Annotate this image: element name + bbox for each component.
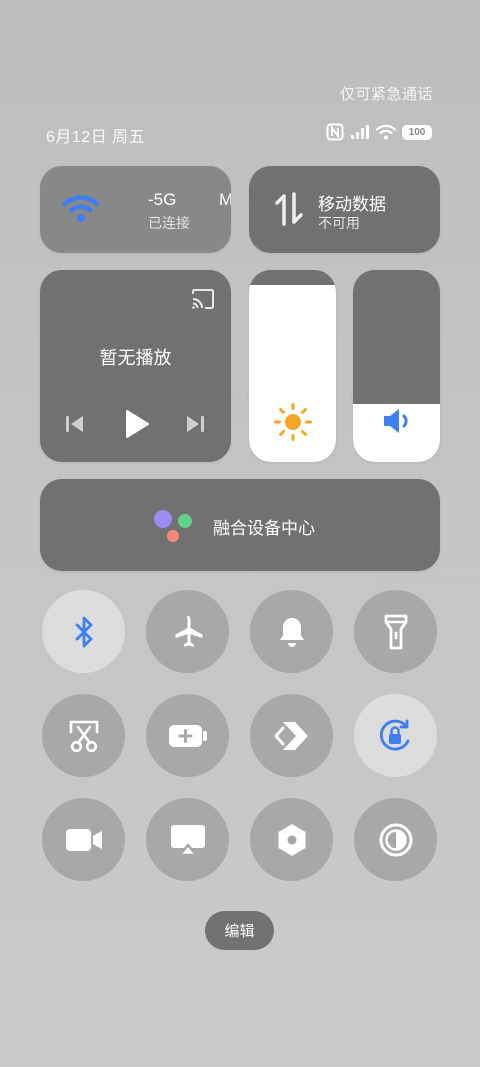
cast-icon[interactable] xyxy=(190,288,216,310)
screenshot-toggle[interactable] xyxy=(42,694,125,777)
battery-plus-icon xyxy=(168,724,207,747)
previous-icon[interactable] xyxy=(64,414,86,434)
share-icon xyxy=(274,721,308,750)
video-camera-icon xyxy=(65,828,102,851)
speaker-icon xyxy=(384,409,408,433)
media-player-tile[interactable]: 暂无播放 xyxy=(40,270,231,462)
flashlight-toggle[interactable] xyxy=(354,590,437,673)
bell-icon xyxy=(279,617,304,647)
nfc-icon xyxy=(326,123,344,141)
scissors-icon xyxy=(69,720,98,752)
wifi-icon xyxy=(376,124,396,140)
wifi-status: 已连接 xyxy=(148,215,190,231)
wifi-icon xyxy=(62,195,100,222)
wifi-ssid: -5G xyxy=(148,190,177,209)
status-icons: 100 xyxy=(326,122,432,142)
contrast-icon xyxy=(379,823,412,856)
mobile-data-title: 移动数据 xyxy=(318,195,386,214)
device-hub-icon xyxy=(154,510,192,542)
bluetooth-toggle[interactable] xyxy=(42,590,125,673)
airplane-icon xyxy=(175,615,202,647)
dark-mode-toggle[interactable] xyxy=(354,798,437,881)
rotation-lock-toggle[interactable] xyxy=(354,694,437,777)
data-arrows-icon xyxy=(275,192,303,226)
ring-mode-toggle[interactable] xyxy=(250,590,333,673)
hexagon-icon xyxy=(278,823,305,856)
sun-icon xyxy=(274,403,312,441)
media-status: 暂无播放 xyxy=(99,348,172,368)
date-text: 6月12日 周五 xyxy=(46,129,146,146)
share-toggle[interactable] xyxy=(250,694,333,777)
wifi-tile[interactable]: -5G MIC 已连接 xyxy=(40,166,231,253)
battery-icon: 100 xyxy=(402,124,432,140)
device-hub-tile[interactable]: 融合设备中心 xyxy=(40,479,440,571)
device-hub-label: 融合设备中心 xyxy=(213,519,315,538)
screen-record-toggle[interactable] xyxy=(42,798,125,881)
screen-cast-icon xyxy=(170,824,205,856)
brightness-slider[interactable] xyxy=(249,270,336,462)
flashlight-icon xyxy=(384,614,407,649)
edit-button[interactable]: 编辑 xyxy=(205,911,274,950)
next-icon[interactable] xyxy=(184,414,206,434)
mobile-data-status: 不可用 xyxy=(318,215,360,231)
emergency-call-text: 仅可紧急通话 xyxy=(339,86,433,103)
play-icon[interactable] xyxy=(124,409,150,439)
mobile-data-tile[interactable]: 移动数据 不可用 xyxy=(249,166,440,253)
power-saving-toggle[interactable] xyxy=(146,694,229,777)
nfc-setting-toggle[interactable] xyxy=(250,798,333,881)
wifi-ssid-tail: MIC xyxy=(219,190,231,209)
signal-icon xyxy=(351,125,369,139)
volume-slider[interactable] xyxy=(353,270,440,462)
screen-cast-toggle[interactable] xyxy=(146,798,229,881)
rotation-lock-icon xyxy=(379,719,409,750)
airplane-mode-toggle[interactable] xyxy=(146,590,229,673)
bluetooth-icon xyxy=(75,616,92,647)
